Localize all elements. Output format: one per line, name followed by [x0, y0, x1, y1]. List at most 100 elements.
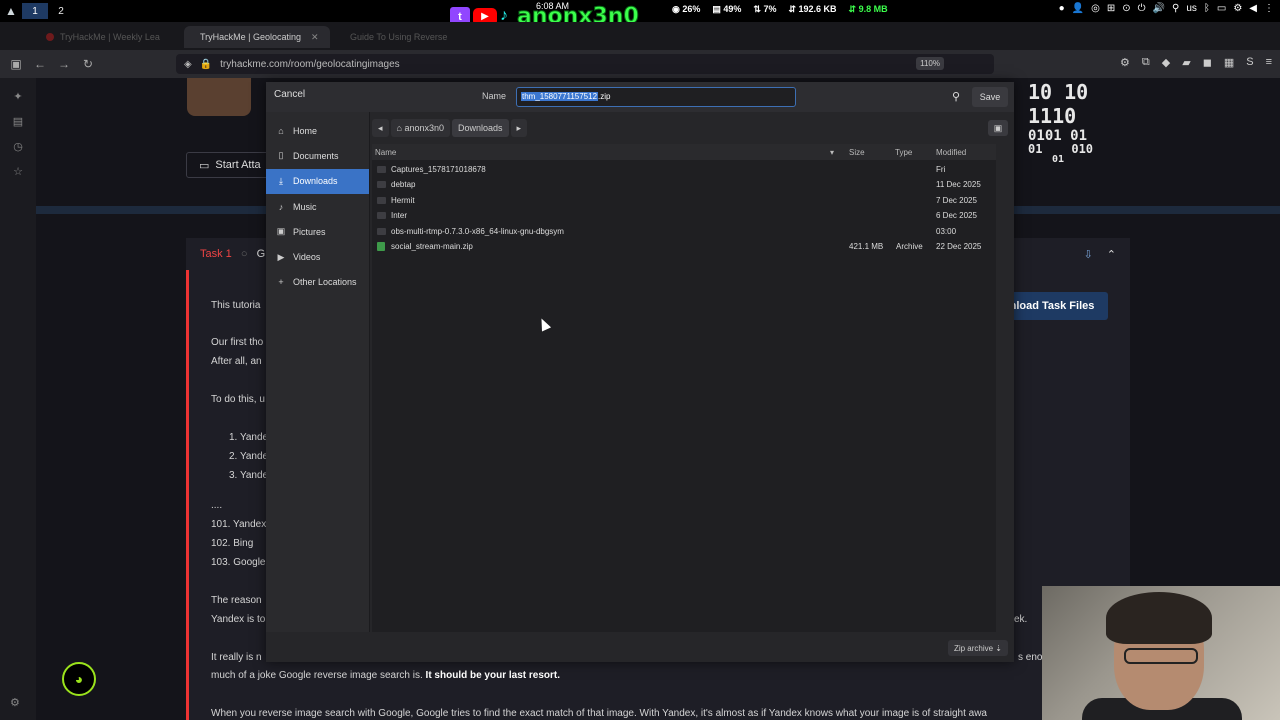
wifi-icon[interactable]: ⊙ [1122, 3, 1130, 14]
video-icon: ▶ [277, 251, 285, 262]
place-downloads[interactable]: ⤓ Downloads [266, 168, 369, 194]
file-name: social_stream-main.zip [391, 241, 473, 251]
url-text[interactable]: tryhackme.com/room/geolocatingimages [220, 59, 400, 70]
filename-input[interactable]: thm_1580771157512.zip [516, 87, 796, 107]
bluetooth-icon[interactable]: ᛒ [1204, 3, 1210, 14]
file-row[interactable]: Captures_1578171018678 Fri [372, 162, 996, 177]
speaker-icon[interactable]: ◀ [1249, 3, 1257, 14]
place-label: Documents [293, 150, 339, 161]
zoom-level[interactable]: 110% [916, 57, 944, 70]
settings-icon[interactable]: ⚙ [10, 696, 20, 709]
folder-icon [377, 227, 386, 235]
thm-bot-icon[interactable]: ◕ [62, 662, 96, 696]
ai-icon[interactable]: ✦ [0, 90, 36, 103]
file-row[interactable]: social_stream-main.zip 421.1 MB Archive … [372, 239, 996, 254]
settings-icon[interactable]: ⚙ [1233, 3, 1242, 14]
collapse-icon[interactable]: ⌃ [1107, 248, 1116, 261]
tab-close-icon[interactable]: ✕ [311, 32, 319, 43]
place-home[interactable]: ⌂ Home [266, 118, 369, 143]
paragraph: It really is n [211, 652, 262, 663]
download-icon[interactable]: ⇩ [1084, 248, 1093, 261]
file-row[interactable]: Inter 6 Dec 2025 [372, 208, 996, 223]
workspace-2[interactable]: 2 [48, 3, 74, 19]
addon-icon[interactable]: ◆ [1162, 56, 1170, 69]
column-modified[interactable]: Modified [936, 148, 966, 157]
menu-icon[interactable]: ⋮ [1264, 3, 1274, 14]
path-forward-icon[interactable]: ▸ [510, 119, 528, 137]
path-back-icon[interactable]: ◂ [372, 119, 389, 137]
ublock-icon[interactable]: ◼ [1203, 56, 1212, 69]
task-header[interactable]: Task 1 ○ G [200, 248, 265, 260]
file-type-filter[interactable]: Zip archive ⇣ [947, 640, 1008, 656]
folder-icon[interactable]: ▰ [1182, 56, 1190, 69]
puzzle-icon[interactable]: ⧉ [1142, 56, 1150, 69]
mem-value: 49% [723, 4, 742, 14]
record-icon[interactable]: ● [1059, 3, 1065, 14]
file-list: Name ▾ Size Type Modified Captures_15781… [372, 144, 996, 632]
updown-stat: ⇅ 7% [753, 4, 777, 14]
column-size[interactable]: Size [849, 148, 865, 157]
list-item: 3. Yande [229, 470, 269, 481]
paragraph: ek. [1014, 614, 1028, 625]
sidebar-toggle-icon[interactable]: ▣ [4, 57, 28, 71]
user-icon[interactable]: 👤 [1072, 3, 1084, 14]
account-icon[interactable]: S [1246, 56, 1253, 69]
reader-icon[interactable]: ▤ [0, 115, 36, 128]
lock-icon[interactable]: 🔒 [200, 59, 212, 70]
keyboard-layout[interactable]: us [1186, 3, 1197, 14]
display-icon[interactable]: ▭ [1217, 3, 1226, 14]
forward-icon[interactable]: → [52, 57, 76, 71]
system-stats: ◉ 26% ▤ 49% ⇅ 7% ⇵ 192.6 KB ⇵ 9.8 MB [672, 4, 888, 15]
save-button[interactable]: Save [972, 87, 1008, 107]
browser-sidebar: ✦ ▤ ◷ ☆ [0, 78, 36, 720]
path-home[interactable]: ⌂ anonx3n0 [390, 119, 451, 137]
location-icon[interactable]: ⚲ [1172, 3, 1179, 14]
extension-icon[interactable]: ⚙ [1120, 56, 1130, 69]
paragraph: The reason [211, 595, 262, 606]
steam-icon[interactable]: ◎ [1091, 3, 1100, 14]
tab-guide[interactable]: Guide To Using Reverse [334, 26, 484, 48]
column-type[interactable]: Type [895, 148, 912, 157]
power-icon[interactable]: ⏻ [1138, 3, 1146, 14]
bookmark-icon[interactable]: ☆ [0, 165, 36, 178]
path-downloads[interactable]: Downloads [452, 119, 509, 137]
start-attackbox-button[interactable]: ▭ Start Atta [186, 152, 276, 178]
file-row[interactable]: obs-multi-rtmp-0.7.3.0-x86_64-linux-gnu-… [372, 224, 996, 239]
grid-icon[interactable]: ▦ [1224, 56, 1234, 69]
cancel-button[interactable]: Cancel [274, 89, 305, 100]
column-name[interactable]: Name [375, 148, 396, 157]
shield-icon[interactable]: ◈ [184, 59, 192, 70]
file-row[interactable]: Hermit 7 Dec 2025 [372, 193, 996, 208]
menu-icon[interactable]: ≡ [1266, 56, 1272, 69]
mem-stat: ▤ 49% [712, 4, 742, 14]
reload-icon[interactable]: ↻ [76, 57, 100, 71]
sort-icon[interactable]: ▾ [830, 148, 834, 157]
history-icon[interactable]: ◷ [0, 140, 36, 153]
place-videos[interactable]: ▶ Videos [266, 244, 369, 269]
filename-ext: .zip [598, 92, 611, 101]
back-icon[interactable]: ← [28, 57, 52, 71]
search-icon[interactable]: ⚲ [952, 90, 960, 103]
folder-icon [377, 166, 386, 173]
place-documents[interactable]: ▯ Documents [266, 143, 369, 168]
arch-logo-icon[interactable]: ▲ [0, 4, 22, 18]
chevron-down-icon: ⇣ [995, 643, 1002, 653]
workspace-1[interactable]: 1 [22, 3, 48, 19]
new-folder-icon[interactable]: ▣ [988, 120, 1008, 136]
tab-bar: TryHackMe | Weekly Lea TryHackMe | Geolo… [0, 22, 1280, 50]
file-row[interactable]: debtap 11 Dec 2025 [372, 177, 996, 192]
system-tray: ● 👤 ◎ ⊞ ⊙ ⏻ 🔊 ⚲ us ᛒ ▭ ⚙ ◀ ⋮ [1059, 3, 1274, 14]
place-other-locations[interactable]: + Other Locations [266, 270, 369, 295]
tab-geolocating[interactable]: TryHackMe | Geolocating ✕ [184, 26, 330, 48]
paragraph: Yandex is to [211, 614, 266, 625]
place-music[interactable]: ♪ Music [266, 194, 369, 219]
url-bar[interactable]: ◈ 🔒 tryhackme.com/room/geolocatingimages… [176, 54, 994, 74]
check-circle-icon: ○ [240, 248, 248, 260]
tab-weekly[interactable]: TryHackMe | Weekly Lea [30, 26, 180, 48]
place-label: Pictures [293, 226, 326, 237]
place-pictures[interactable]: ▣ Pictures [266, 219, 369, 244]
music-icon: ♪ [278, 201, 284, 212]
file-name: Captures_1578171018678 [391, 165, 486, 174]
app-icon[interactable]: ⊞ [1107, 3, 1115, 14]
volume-icon[interactable]: 🔊 [1153, 3, 1165, 14]
